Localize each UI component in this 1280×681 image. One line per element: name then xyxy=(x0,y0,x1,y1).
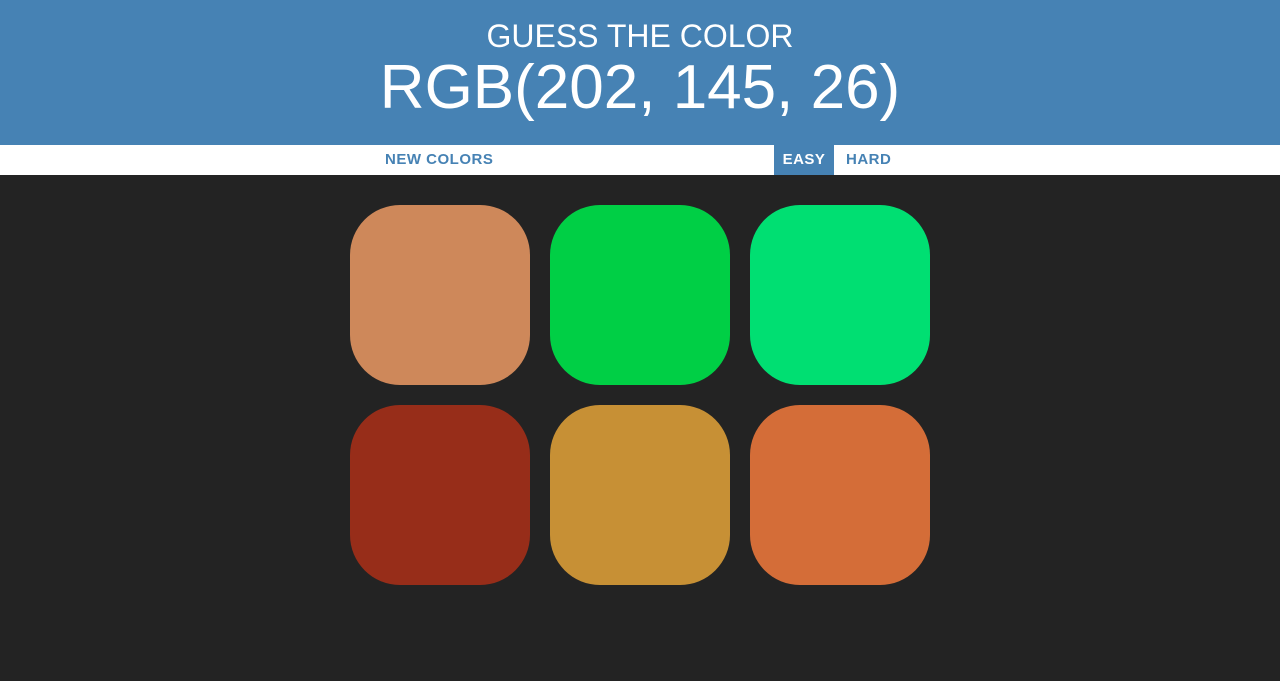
color-square-6[interactable] xyxy=(750,405,930,585)
easy-mode-button[interactable]: EASY xyxy=(774,145,834,175)
target-color-display: RGB(202, 145, 26) xyxy=(379,53,901,122)
color-square-2[interactable] xyxy=(550,205,730,385)
control-stripe: NEW COLORS EASY HARD xyxy=(0,145,1280,175)
hard-mode-button[interactable]: HARD xyxy=(838,145,899,175)
new-colors-button[interactable]: NEW COLORS xyxy=(377,145,501,175)
color-square-3[interactable] xyxy=(750,205,930,385)
color-square-1[interactable] xyxy=(350,205,530,385)
game-title: GUESS THE COLOR xyxy=(486,18,794,54)
color-board xyxy=(350,205,930,585)
header: GUESS THE COLOR RGB(202, 145, 26) xyxy=(0,0,1280,145)
color-square-4[interactable] xyxy=(350,405,530,585)
color-square-5[interactable] xyxy=(550,405,730,585)
